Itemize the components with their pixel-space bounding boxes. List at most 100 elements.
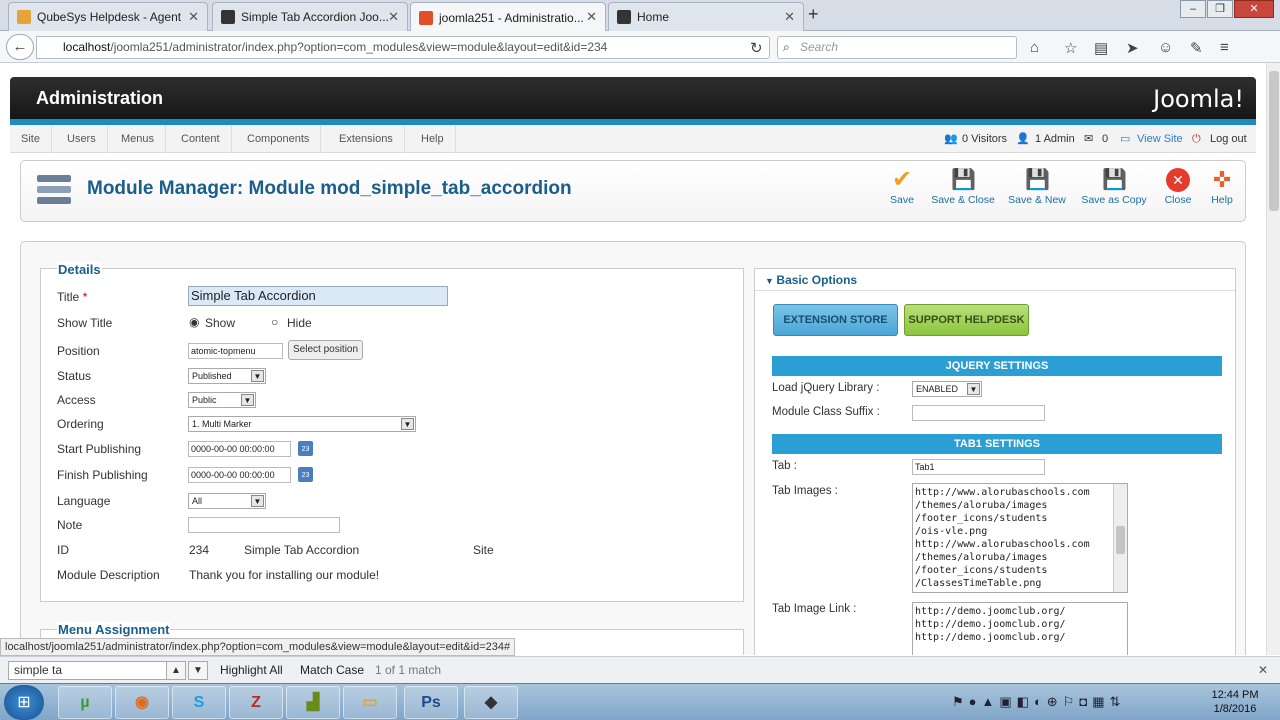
save-new-button[interactable]: 💾 Save & New [1007,168,1067,216]
new-tab-button[interactable]: + [808,4,819,25]
start-button[interactable]: ⊞ [4,685,44,720]
home-icon[interactable]: ⌂ [1030,39,1039,56]
finish-publishing-input[interactable]: 0000-00-00 00:00:00 [188,467,291,483]
close-button[interactable]: ✕ Close [1161,168,1195,216]
skype-taskbar-icon[interactable]: S [172,686,226,719]
tab-image-link-label: Tab Image Link : [772,603,857,615]
tab-title: Home [637,10,670,24]
hide-radio[interactable]: ○ [271,315,278,329]
bookmarks-list-icon[interactable]: ▤ [1094,39,1108,57]
url-host: localhost [63,40,111,54]
close-window-button[interactable]: ✕ [1234,0,1274,18]
menu-extensions[interactable]: Extensions [328,125,405,153]
position-input[interactable]: atomic-topmenu [188,343,283,359]
start-publishing-input[interactable]: 0000-00-00 00:00:00 [188,441,291,457]
photoshop-taskbar-icon[interactable]: Ps [404,686,458,719]
close-tab-icon[interactable]: ✕ [586,9,597,25]
reload-icon[interactable]: ↻ [750,39,763,57]
tab-image-link-textarea[interactable]: http://demo.joomclub.org/ http://demo.jo… [912,602,1128,655]
note-label: Note [57,518,83,532]
menu-content[interactable]: Content [170,125,232,153]
tab-images-textarea[interactable]: http://www.alorubaschools.com /themes/al… [912,483,1128,593]
back-button[interactable]: ← [6,34,34,60]
calendar-icon[interactable]: 23 [298,441,313,456]
highlight-all-button[interactable]: Highlight All [220,663,283,677]
basic-options-header[interactable]: ▼ Basic Options [755,269,1235,291]
find-previous-button[interactable]: ▲ [166,661,186,680]
status-label: Status [57,369,92,383]
menu-icon[interactable]: ≡ [1220,39,1229,56]
folder-taskbar-icon[interactable]: ▭ [343,686,397,719]
system-tray-icons[interactable]: ⚑●▲▣◧◐⊕⚐◘▦⇅ [952,694,1125,710]
calendar-icon[interactable]: 23 [298,467,313,482]
admin-title: Administration [36,88,164,108]
disk-new-icon: 💾 [1025,169,1050,191]
menu-help[interactable]: Help [410,125,456,153]
bookmark-star-icon[interactable]: ☆ [1064,39,1077,57]
ordering-label: Ordering [57,417,104,431]
tab-input[interactable]: Tab1 [912,459,1045,475]
browser-tab-home[interactable]: Home ✕ [608,2,804,31]
menu-users[interactable]: Users [56,125,108,153]
utorrent-taskbar-icon[interactable]: µ [58,686,112,719]
language-select[interactable]: All ▼ [188,493,266,509]
app-taskbar-icon[interactable]: ◆ [464,686,518,719]
browser-tab-helpdesk[interactable]: QubeSys Helpdesk - Agent ✕ [8,2,208,31]
browser-tab-admin[interactable]: joomla251 - Administratio... ✕ [410,2,606,32]
send-icon[interactable]: ➤ [1126,39,1139,57]
messages-count: 0 [1102,133,1109,145]
chat-icon[interactable]: ☺ [1158,39,1173,56]
maximize-button[interactable]: ❐ [1207,0,1233,18]
toolbar-box: Module Manager: Module mod_simple_tab_ac… [20,160,1246,222]
logout-link[interactable]: Log out [1210,125,1247,153]
url-bar[interactable]: localhost/joomla251/administrator/index.… [36,36,770,59]
save-copy-button[interactable]: 💾 Save as Copy [1080,168,1148,216]
status-url: localhost/joomla251/administrator/index.… [0,638,516,656]
textarea-scrollbar[interactable] [1113,484,1127,592]
select-position-button[interactable]: Select position [288,340,364,360]
note-input[interactable] [188,517,340,533]
search-input[interactable]: Search [777,36,1017,59]
support-helpdesk-button[interactable]: SUPPORT HELPDESK [904,304,1029,336]
extension-store-button[interactable]: EXTENSION STORE [773,304,898,336]
window-controls: – ❐ ✕ [1179,0,1274,18]
show-radio[interactable]: ◉ [189,315,199,329]
close-tab-icon[interactable]: ✕ [388,9,399,25]
load-jquery-select[interactable]: ENABLED ▼ [912,381,982,397]
module-description: Thank you for installing our module! [189,568,380,582]
class-suffix-input[interactable] [912,405,1045,421]
title-label: Title * [57,290,88,304]
title-input[interactable]: Simple Tab Accordion [188,286,448,306]
id-value: 234 [189,543,210,557]
joomla-favicon-icon [617,10,631,24]
joomla-logo[interactable]: Joomla! [1153,85,1244,113]
status-select[interactable]: Published ▼ [188,368,266,384]
menu-menus[interactable]: Menus [110,125,167,153]
access-select[interactable]: Public ▼ [188,392,256,408]
close-tab-icon[interactable]: ✕ [784,9,795,25]
help-button[interactable]: ✜ Help [1207,168,1237,216]
minimize-button[interactable]: – [1180,0,1206,18]
close-tab-icon[interactable]: ✕ [188,9,199,25]
save-close-button[interactable]: 💾 Save & Close [931,168,995,216]
match-case-button[interactable]: Match Case [300,663,364,677]
menu-site[interactable]: Site [10,125,52,153]
find-input[interactable]: simple ta [8,661,168,680]
close-find-icon[interactable]: ✕ [1258,663,1268,677]
menu-components[interactable]: Components [236,125,322,153]
filezilla-taskbar-icon[interactable]: Z [229,686,283,719]
chart-app-taskbar-icon[interactable]: ▟ [286,686,340,719]
firefox-taskbar-icon[interactable]: ◉ [115,686,169,719]
ordering-select[interactable]: 1. Multi Marker ▼ [188,416,416,432]
page-scrollbar[interactable] [1266,63,1280,655]
view-site-link[interactable]: View Site [1137,125,1183,153]
find-next-button[interactable]: ▼ [188,661,208,680]
addon-icon[interactable]: ✎ [1190,39,1203,57]
windows-taskbar: ⊞ µ ◉ S Z ▟ ▭ Ps ◆ ⚑●▲▣◧◐⊕⚐◘▦⇅ 12:44 PM 1… [0,683,1280,720]
search-placeholder: Search [800,40,839,54]
taskbar-clock[interactable]: 12:44 PM 1/8/2016 [1200,688,1270,716]
browser-tab-accordion[interactable]: Simple Tab Accordion Joo... ✕ [212,2,408,31]
load-jquery-label: Load jQuery Library : [772,382,880,394]
status-value: Published [192,371,232,381]
save-button[interactable]: ✔ Save [885,168,919,216]
